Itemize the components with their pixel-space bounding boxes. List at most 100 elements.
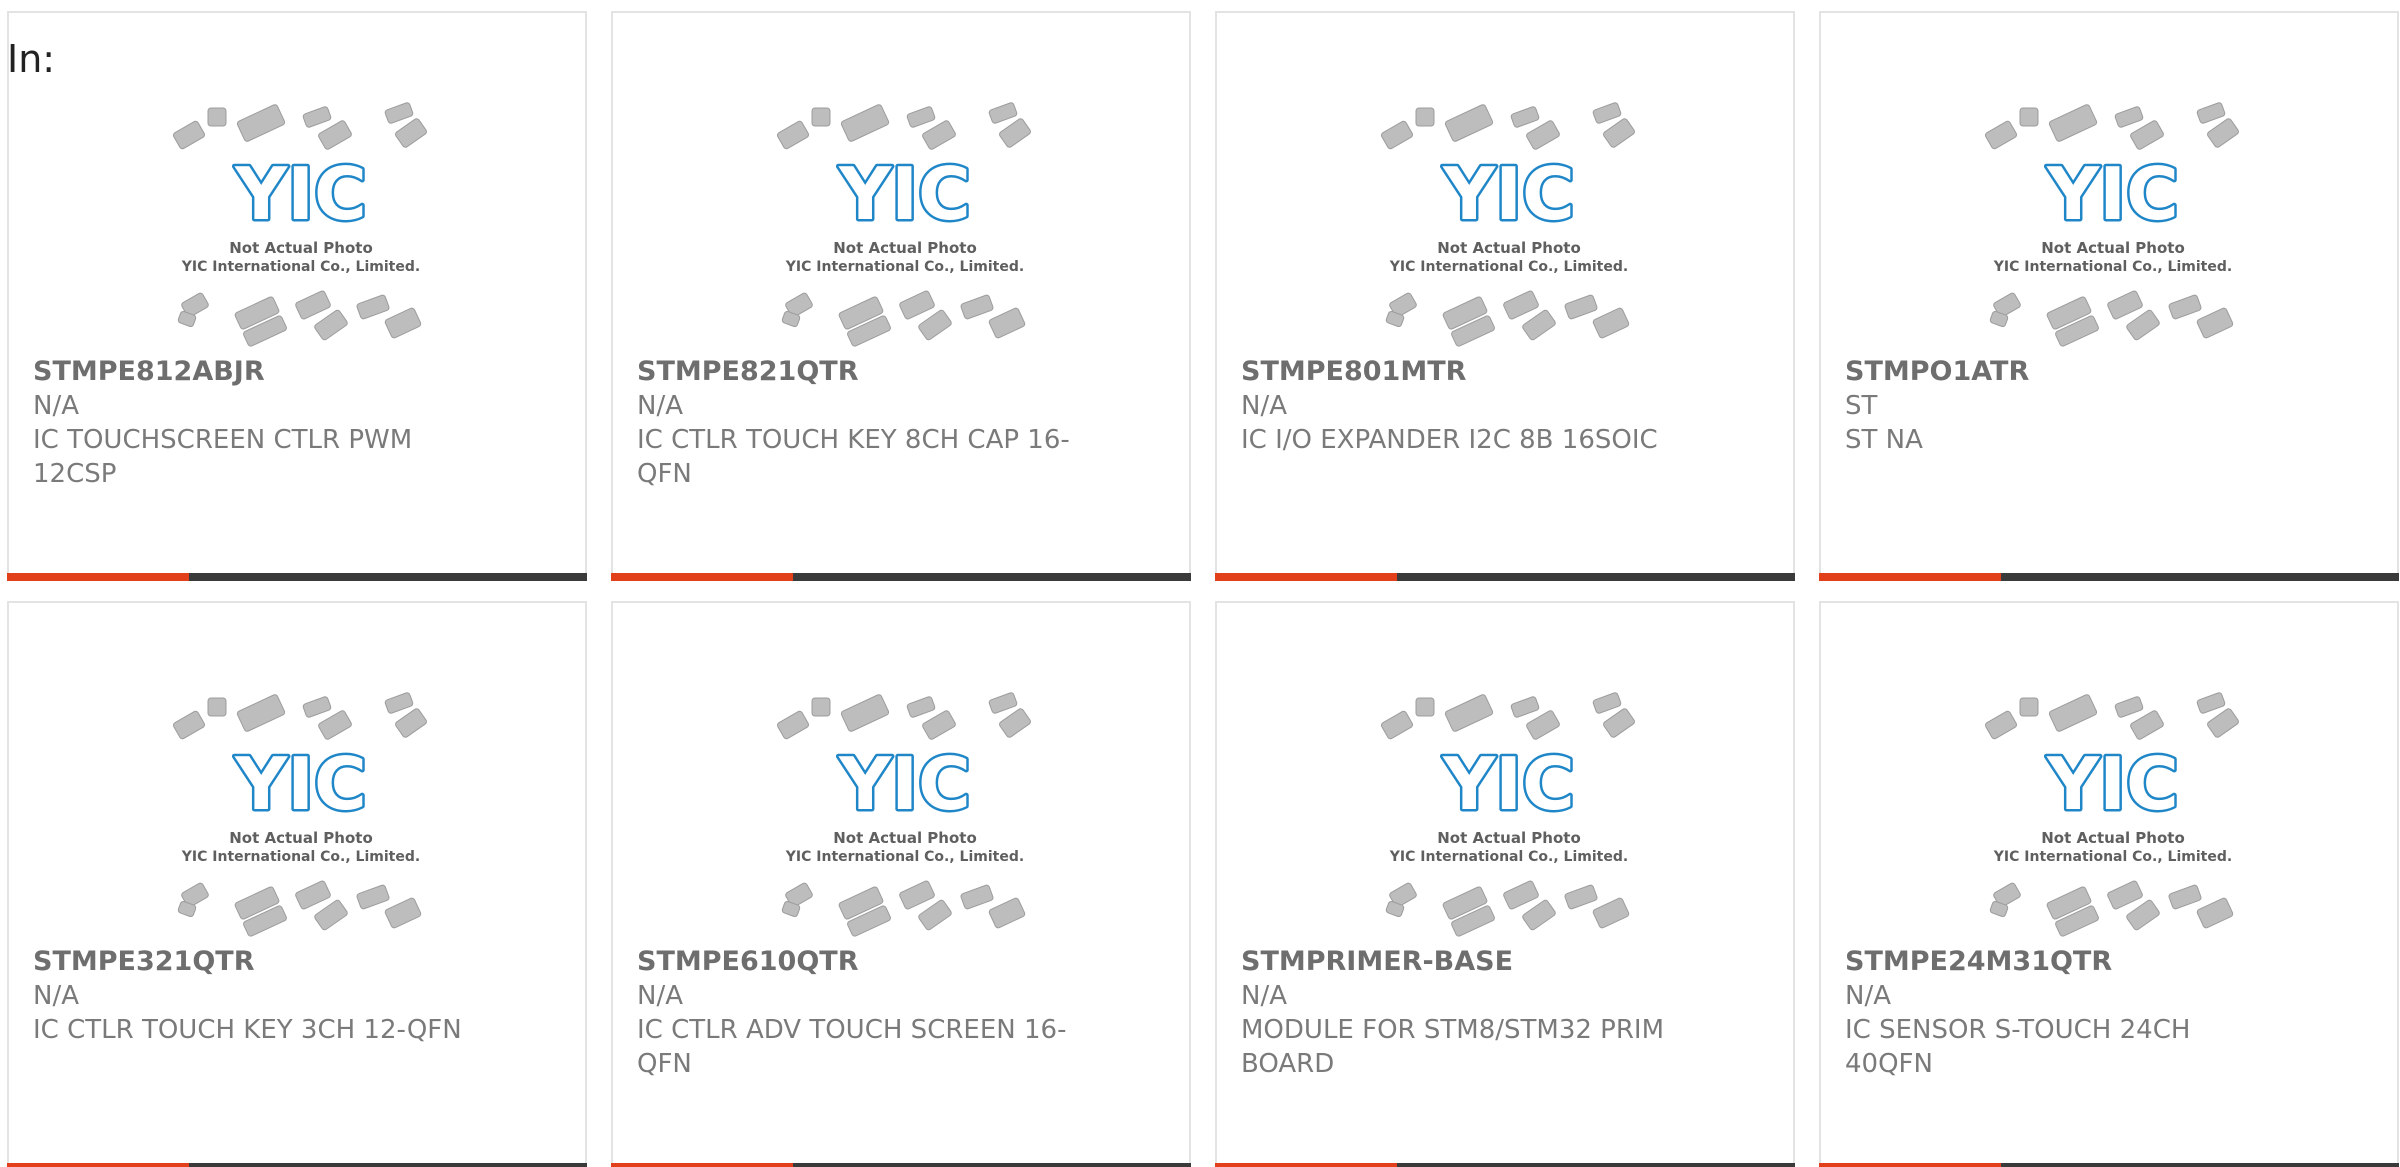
product-placeholder-image: YIC Not Actual Photo YIC International Co.…	[167, 691, 435, 941]
card-accent-bar	[7, 573, 587, 581]
chip-icon	[1592, 692, 1622, 714]
chip-icon	[2048, 694, 2098, 732]
placeholder-graphic: YIC Not Actual Photo YIC International Co.…	[1380, 102, 1635, 347]
chip-icon	[988, 307, 1026, 339]
product-manufacturer: N/A	[33, 981, 79, 1011]
product-manufacturer: N/A	[1241, 981, 1287, 1011]
product-part-number[interactable]: STMPE321QTR	[33, 945, 473, 979]
chip-icon	[314, 899, 348, 931]
chip-icons-bottom	[1385, 290, 1630, 347]
product-manufacturer: N/A	[1845, 981, 1891, 1011]
card-accent-segment	[7, 1163, 189, 1167]
placeholder-graphic: YIC Not Actual Photo YIC International Co.…	[172, 692, 427, 937]
product-description: IC CTLR TOUCH KEY 3CH 12-QFN	[33, 1015, 462, 1045]
not-actual-photo-text: Not Actual Photo	[2041, 239, 2185, 257]
product-part-number[interactable]: STMPE821QTR	[637, 355, 1077, 389]
chip-icon	[1592, 307, 1630, 339]
chip-icon	[395, 708, 427, 738]
chip-icon	[314, 309, 348, 341]
chip-icon	[172, 120, 206, 150]
product-description: IC TOUCHSCREEN CTLR PWM 12CSP	[33, 425, 413, 489]
company-name-text: YIC International Co., Limited.	[1993, 849, 2232, 865]
chip-icons-bottom	[1385, 880, 1630, 937]
product-info: STMPE24M31QTR N/A IC SENSOR S-TOUCH 24CH…	[1845, 945, 2285, 1081]
product-placeholder-image: YIC Not Actual Photo YIC International Co.…	[1979, 691, 2247, 941]
chip-icon	[811, 697, 831, 717]
chip-icon	[1603, 708, 1635, 738]
chip-icon	[2019, 107, 2039, 127]
product-card[interactable]: YIC Not Actual Photo YIC International Co.…	[1215, 601, 1795, 1167]
chip-icons-top	[776, 102, 1031, 150]
product-placeholder-image: YIC Not Actual Photo YIC International Co.…	[771, 691, 1039, 941]
chip-icon	[2126, 899, 2160, 931]
chip-icon	[1984, 710, 2018, 740]
chip-icon	[2168, 884, 2202, 910]
chip-icon	[207, 107, 227, 127]
chip-icon	[2107, 290, 2143, 320]
chip-icons-bottom	[1989, 880, 2234, 937]
product-manufacturer: N/A	[33, 391, 79, 421]
product-part-number[interactable]: STMPE24M31QTR	[1845, 945, 2285, 979]
chip-icon	[302, 696, 332, 718]
chip-icon	[1503, 290, 1539, 320]
chip-icon	[384, 102, 414, 124]
chip-icon	[1564, 294, 1598, 320]
chip-icon	[811, 107, 831, 127]
placeholder-graphic: YIC Not Actual Photo YIC International Co.…	[1984, 692, 2239, 937]
card-accent-segment	[1819, 1163, 2001, 1167]
chip-icon	[2114, 106, 2144, 128]
product-part-number[interactable]: STMPRIMER-BASE	[1241, 945, 1681, 979]
chip-icon	[1380, 120, 1414, 150]
product-card[interactable]: YIC Not Actual Photo YIC International Co.…	[611, 601, 1191, 1167]
product-card[interactable]: YIC Not Actual Photo YIC International Co.…	[7, 601, 587, 1167]
company-name-text: YIC International Co., Limited.	[181, 259, 420, 275]
chip-icon	[1444, 104, 1494, 142]
card-accent-segment	[1819, 573, 2001, 581]
chip-icon	[207, 697, 227, 717]
chip-icon	[1603, 118, 1635, 148]
product-part-number[interactable]: STMPE610QTR	[637, 945, 1077, 979]
product-card[interactable]: YIC Not Actual Photo YIC International Co.…	[1819, 601, 2399, 1167]
card-accent-bar	[1819, 1163, 2399, 1167]
product-card[interactable]: YIC Not Actual Photo YIC International Co.…	[1215, 11, 1795, 581]
chip-icon	[384, 897, 422, 929]
chip-icon	[1415, 697, 1435, 717]
product-part-number[interactable]: STMPE812ABJR	[33, 355, 473, 389]
chip-icons-bottom	[1989, 290, 2234, 347]
product-part-number[interactable]: STMPE801MTR	[1241, 355, 1681, 389]
chip-icons-top	[172, 692, 427, 740]
product-card[interactable]: YIC Not Actual Photo YIC International Co.…	[7, 11, 587, 581]
chip-icon	[988, 897, 1026, 929]
product-grid: YIC Not Actual Photo YIC International Co.…	[7, 11, 2400, 1167]
chip-icon	[906, 106, 936, 128]
chip-icon	[356, 294, 390, 320]
chip-icon	[356, 884, 390, 910]
chip-icon	[1592, 897, 1630, 929]
placeholder-graphic: YIC Not Actual Photo YIC International Co.…	[1984, 102, 2239, 347]
yic-logo: YIC	[1442, 742, 1575, 826]
chip-icons-top	[172, 102, 427, 150]
chip-icon	[1522, 899, 1556, 931]
chip-icon	[295, 880, 331, 910]
company-name-text: YIC International Co., Limited.	[1993, 259, 2232, 275]
chip-icons-top	[1380, 692, 1635, 740]
chip-icon	[2130, 120, 2164, 150]
chip-icon	[318, 710, 352, 740]
yic-logo: YIC	[1442, 152, 1575, 236]
product-card[interactable]: YIC Not Actual Photo YIC International Co.…	[611, 11, 1191, 581]
product-placeholder-image: YIC Not Actual Photo YIC International Co.…	[167, 101, 435, 351]
chip-icon	[1522, 309, 1556, 341]
product-manufacturer: ST	[1845, 391, 1878, 421]
product-placeholder-image: YIC Not Actual Photo YIC International Co.…	[1375, 691, 1643, 941]
product-manufacturer: N/A	[1241, 391, 1287, 421]
chip-icon	[840, 104, 890, 142]
product-part-number[interactable]: STMPO1ATR	[1845, 355, 2285, 389]
chip-icon	[236, 694, 286, 732]
chip-icon	[1592, 102, 1622, 124]
not-actual-photo-text: Not Actual Photo	[2041, 829, 2185, 847]
chip-icon	[918, 899, 952, 931]
product-description: MODULE FOR STM8/STM32 PRIM BOARD	[1241, 1015, 1665, 1079]
product-info: STMPE801MTR N/A IC I/O EXPANDER I2C 8B 1…	[1241, 355, 1681, 457]
card-accent-segment	[1215, 573, 1397, 581]
product-card[interactable]: YIC Not Actual Photo YIC International Co.…	[1819, 11, 2399, 581]
